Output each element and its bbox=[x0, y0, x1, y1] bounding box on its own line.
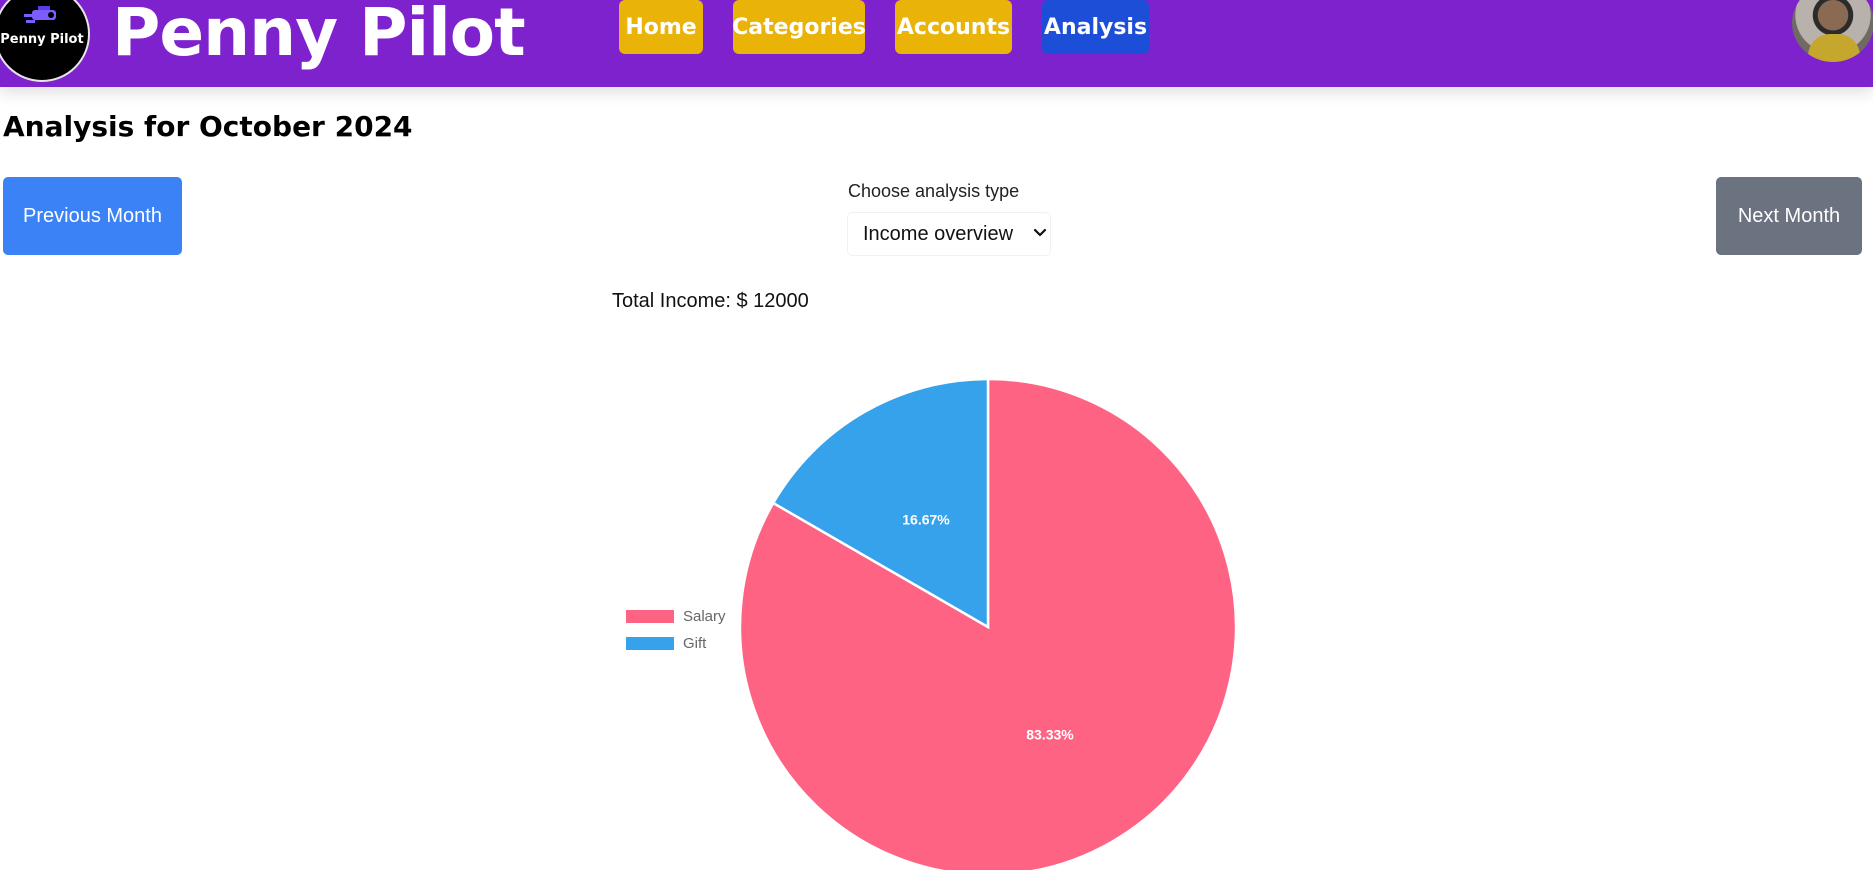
brand-title[interactable]: Penny Pilot bbox=[112, 0, 526, 71]
nav-analysis-button[interactable]: Analysis bbox=[1042, 0, 1149, 54]
pie-data-label-salary: 83.33% bbox=[1026, 726, 1074, 742]
pie-slice-salary[interactable] bbox=[738, 377, 1238, 870]
analysis-type-label: Choose analysis type bbox=[848, 181, 1020, 201]
chevron-down-icon bbox=[1033, 228, 1047, 237]
nav-home-button[interactable]: Home bbox=[619, 0, 703, 54]
logo-text: Penny Pilot bbox=[0, 32, 84, 47]
penny-pilot-logo-icon bbox=[24, 6, 56, 23]
analysis-type-select[interactable]: Income overview bbox=[847, 212, 1051, 256]
total-income: Total Income: $ 12000 bbox=[612, 290, 809, 312]
chart-legend: Salary Gift bbox=[626, 603, 726, 657]
next-month-button[interactable]: Next Month bbox=[1716, 177, 1862, 255]
logo[interactable]: Penny Pilot bbox=[0, 0, 90, 82]
nav-categories-button[interactable]: Categories bbox=[732, 0, 866, 54]
pie-slice-gift[interactable] bbox=[771, 377, 990, 630]
legend-label: Salary bbox=[683, 608, 726, 625]
pie-data-label-gift: 16.67% bbox=[902, 512, 950, 528]
page-title: Analysis for October 2024 bbox=[3, 110, 413, 143]
legend-item-gift[interactable]: Gift bbox=[626, 630, 726, 657]
legend-label: Gift bbox=[683, 635, 707, 652]
user-avatar[interactable] bbox=[1792, 0, 1873, 62]
avatar-body bbox=[1808, 34, 1860, 62]
top-navbar: Penny Pilot Penny Pilot Home Categories … bbox=[0, 0, 1873, 87]
previous-month-button[interactable]: Previous Month bbox=[3, 177, 182, 255]
nav-accounts-button[interactable]: Accounts bbox=[895, 0, 1012, 54]
legend-swatch bbox=[626, 610, 674, 623]
legend-swatch bbox=[626, 637, 674, 650]
analysis-type-value: Income overview bbox=[863, 222, 1014, 245]
legend-item-salary[interactable]: Salary bbox=[626, 603, 726, 630]
